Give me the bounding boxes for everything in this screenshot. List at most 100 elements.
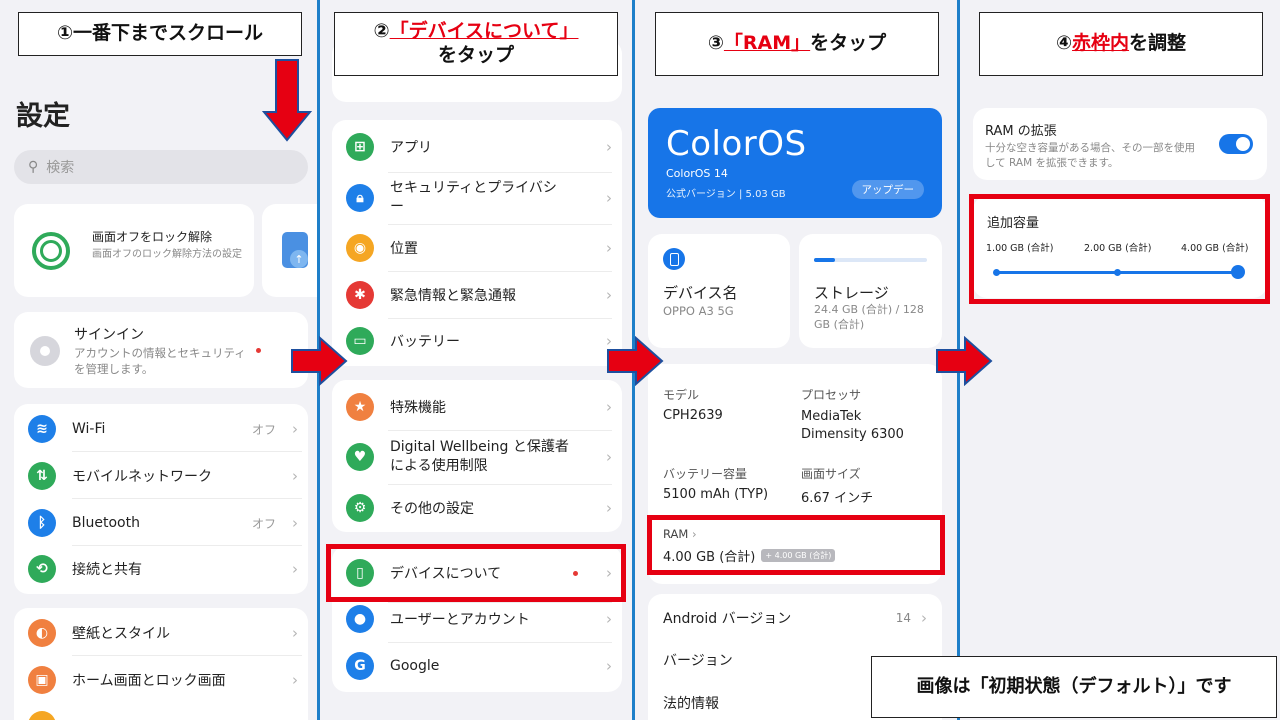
model-value: CPH2639 (663, 408, 723, 423)
divider (388, 318, 612, 319)
coloros-version: ColorOS 14 (666, 167, 728, 180)
connectivity-card: ≋ Wi-Fi オフ › ⇅ モバイルネットワーク › ᛒ Bluetooth … (14, 404, 308, 594)
step3-callout: ③「RAM」をタップ (655, 12, 939, 76)
google-icon: G (346, 652, 374, 680)
ram-extension-card: RAM の拡張 十分な空き容量がある場合、その一部を使用して RAM を拡張でき… (973, 108, 1267, 180)
settings-item-label: Bluetooth (72, 515, 140, 531)
update-button[interactable]: アップデー (851, 180, 924, 199)
settings-item-label: Digital Wellbeing と保護者による使用制限 (390, 439, 569, 474)
storage-bar (814, 258, 927, 262)
settings-item-wellbeing[interactable]: ♥ Digital Wellbeing と保護者による使用制限 › (346, 437, 612, 477)
wifi-icon: ≋ (28, 415, 56, 443)
battery-icon: ▭ (346, 327, 374, 355)
divider (388, 224, 612, 225)
chevron-right-icon: › (606, 239, 612, 257)
chevron-right-icon: › (292, 467, 298, 485)
model-label: モデル (663, 388, 700, 402)
chevron-right-icon: › (606, 657, 612, 675)
android-version-row[interactable]: Android バージョン 14 › (663, 604, 927, 632)
battery-capacity-value: 5100 mAh (TYP) (663, 487, 769, 502)
divider (388, 430, 612, 431)
share-icon: ⟲ (28, 555, 56, 583)
chevron-right-icon: › (606, 138, 612, 156)
signin-card[interactable]: サインイン アカウントの情報とセキュリティを管理します。 (14, 312, 308, 388)
divider (72, 498, 302, 499)
settings-item-mobile-network[interactable]: ⇅ モバイルネットワーク › (28, 461, 298, 491)
avatar (30, 336, 60, 366)
settings-item-wifi[interactable]: ≋ Wi-Fi オフ › (28, 414, 298, 444)
security-icon: 🔒︎ (346, 184, 374, 212)
divider (72, 655, 302, 656)
settings-item-other[interactable]: ⚙ その他の設定 › (346, 493, 612, 523)
step2-callout: ②「デバイスについて」 をタップ (334, 12, 618, 76)
settings-item-value: オフ (251, 422, 276, 437)
panel-settings-list: ⊞ アプリ › 🔒︎ セキュリティとプライバシー › ◉ 位置 › ✱ 緊急情報… (320, 0, 632, 720)
settings-item-label: 緊急情報と緊急通報 (390, 288, 516, 304)
settings-item-wallpaper[interactable]: ◐ 壁紙とスタイル › (28, 618, 298, 648)
divider (388, 271, 612, 272)
system-card: ⊞ アプリ › 🔒︎ セキュリティとプライバシー › ◉ 位置 › ✱ 緊急情報… (332, 120, 622, 366)
location-icon: ◉ (346, 234, 374, 262)
coloros-banner: ColorOS ColorOS 14 公式バージョン | 5.03 GB アップ… (648, 108, 942, 218)
divider (388, 484, 612, 485)
settings-item-label: ホーム画面とロック画面 (72, 673, 226, 689)
coloros-logo: ColorOS (666, 124, 807, 164)
settings-item-label: その他の設定 (390, 501, 474, 517)
notification-dot (256, 348, 261, 353)
device-name-value: OPPO A3 5G (663, 304, 734, 318)
chevron-right-icon: › (606, 189, 612, 207)
divider (72, 451, 302, 452)
settings-item-emergency[interactable]: ✱ 緊急情報と緊急通報 › (346, 280, 612, 310)
settings-item-security[interactable]: 🔒︎ セキュリティとプライバシー › (346, 178, 612, 218)
settings-item-special-features[interactable]: ★ 特殊機能 › (346, 392, 612, 422)
cpu-label: プロセッサ (801, 388, 862, 402)
next-step-arrow (607, 336, 664, 386)
home-screen-icon: ▣ (28, 666, 56, 694)
screen-size-label: 画面サイズ (801, 467, 861, 481)
device-name-card[interactable]: デバイス名 OPPO A3 5G (648, 234, 790, 348)
signin-desc: アカウントの情報とセキュリティを管理します。 (74, 346, 246, 377)
unlock-card[interactable]: 画面オフをロック解除 画面オフのロック解除方法の設定 (14, 204, 254, 297)
unlock-desc: 画面オフのロック解除方法の設定 (92, 249, 242, 260)
other-settings-icon: ⚙ (346, 494, 374, 522)
backup-card[interactable]: ↑ (262, 204, 318, 297)
settings-item-value: オフ (251, 516, 276, 531)
device-name-label: デバイス名 (663, 284, 738, 302)
settings-item-label: 接続と共有 (72, 562, 142, 578)
ram-extension-toggle[interactable] (1219, 134, 1253, 154)
coloros-official: 公式バージョン | 5.03 GB (666, 189, 786, 200)
settings-item-sharing[interactable]: ⟲ 接続と共有 › (28, 554, 298, 584)
settings-item-users[interactable]: ● ユーザーとアカウント › (346, 604, 612, 634)
toggle-knob (1236, 137, 1250, 151)
storage-card[interactable]: ストレージ 24.4 GB (合計) / 128 GB (合計) (799, 234, 942, 348)
fingerprint-icon (32, 232, 70, 270)
settings-item-label: Google (390, 658, 440, 674)
next-step-arrow (936, 336, 993, 386)
settings-item-label: アプリ (390, 140, 432, 156)
highlight-ram (647, 515, 945, 575)
settings-item-location[interactable]: ◉ 位置 › (346, 233, 612, 263)
settings-item-google[interactable]: G Google › (346, 651, 612, 681)
phone-icon (663, 248, 685, 270)
settings-item-battery[interactable]: ▭ バッテリー › (346, 326, 612, 356)
cpu-value: MediaTek Dimensity 6300 (801, 409, 904, 443)
backup-icon: ↑ (282, 232, 308, 268)
scroll-down-arrow (262, 59, 312, 142)
settings-item-apps[interactable]: ⊞ アプリ › (346, 132, 612, 162)
emergency-icon: ✱ (346, 281, 374, 309)
chevron-right-icon: › (292, 514, 298, 532)
chevron-right-icon: › (292, 624, 298, 642)
settings-item-label: 位置 (390, 241, 418, 257)
settings-item-bluetooth[interactable]: ᛒ Bluetooth オフ › (28, 508, 298, 538)
chevron-right-icon: › (606, 448, 612, 466)
user-icon: ● (346, 605, 374, 633)
step4-callout: ④赤枠内を調整 (979, 12, 1263, 76)
settings-item-home-screen[interactable]: ▣ ホーム画面とロック画面 › (28, 665, 298, 695)
search-input[interactable]: ⚲ 検索 (14, 150, 308, 184)
divider (388, 642, 612, 643)
settings-item-label: バッテリー (390, 334, 460, 350)
panel-ram-extension: RAM の拡張 十分な空き容量がある場合、その一部を使用して RAM を拡張でき… (960, 0, 1280, 720)
panel-about-device: ColorOS ColorOS 14 公式バージョン | 5.03 GB アップ… (635, 0, 957, 720)
settings-item-label: Wi-Fi (72, 421, 106, 437)
personalization-card: ◐ 壁紙とスタイル › ▣ ホーム画面とロック画面 › (14, 608, 308, 720)
